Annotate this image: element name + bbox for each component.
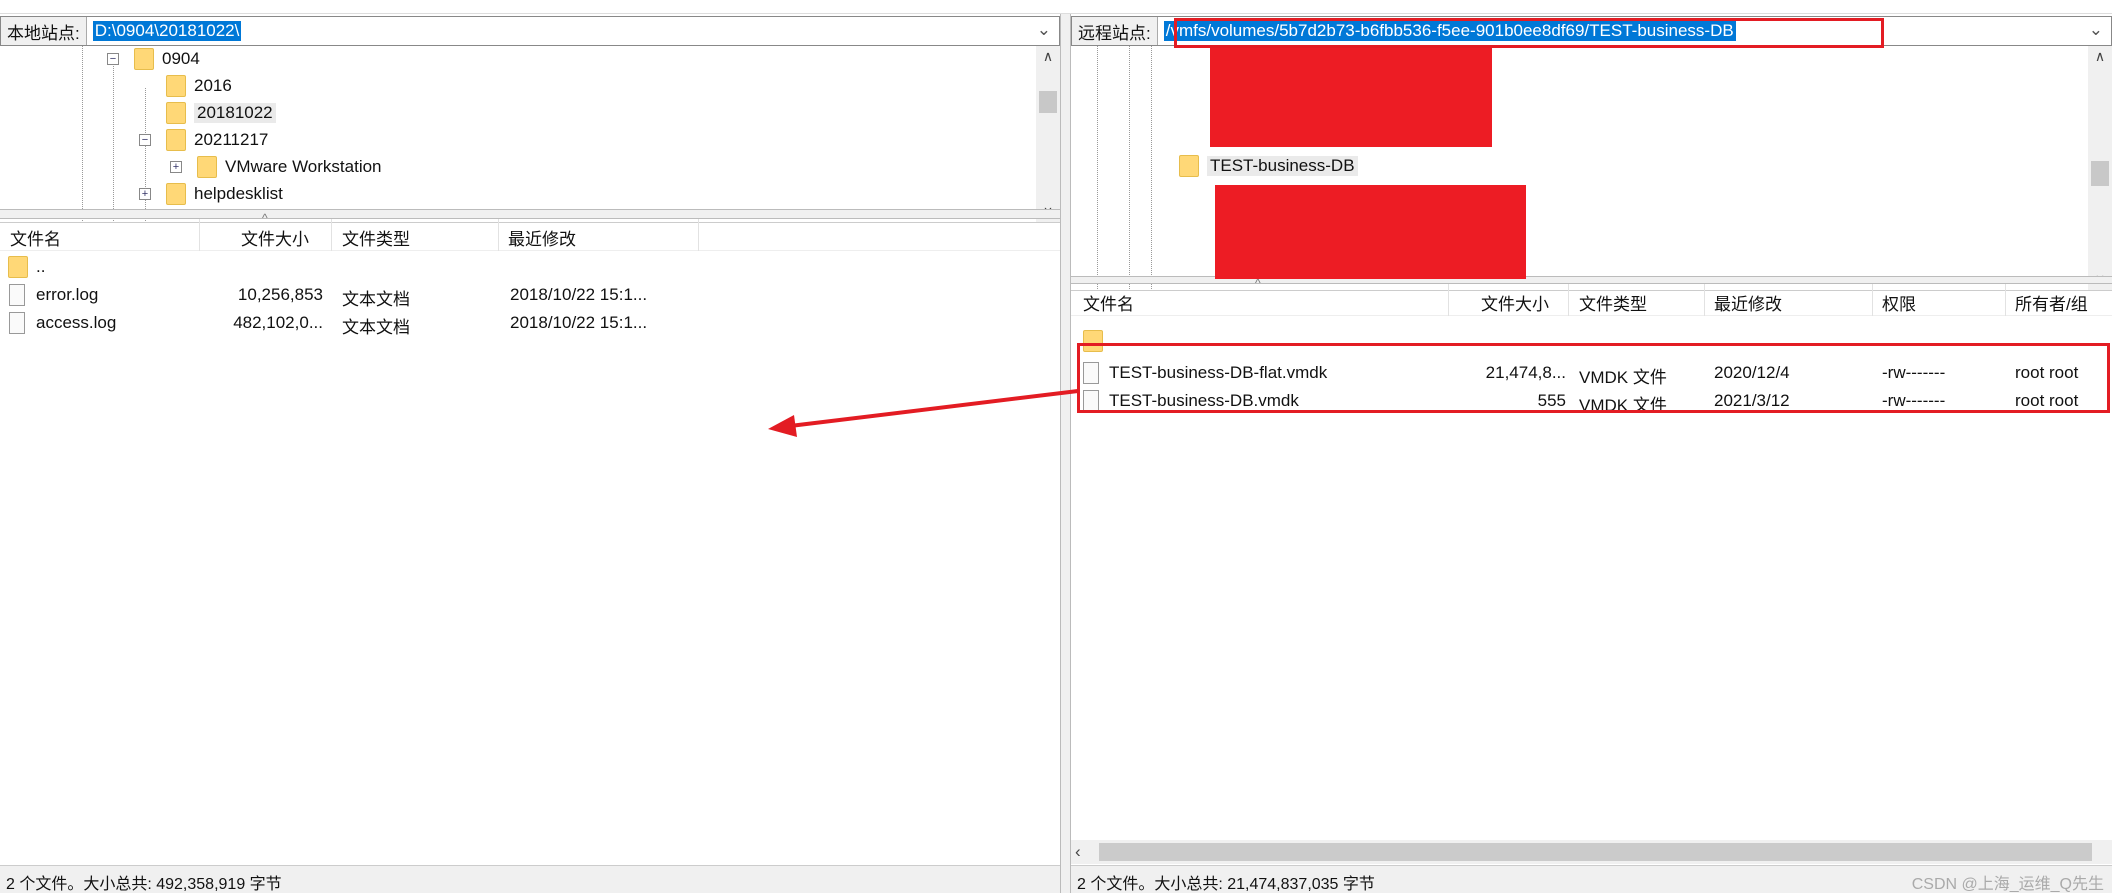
arrow-shaft [789,389,1079,428]
annotation-arrow [768,389,1079,437]
arrow-head-icon [768,415,797,437]
